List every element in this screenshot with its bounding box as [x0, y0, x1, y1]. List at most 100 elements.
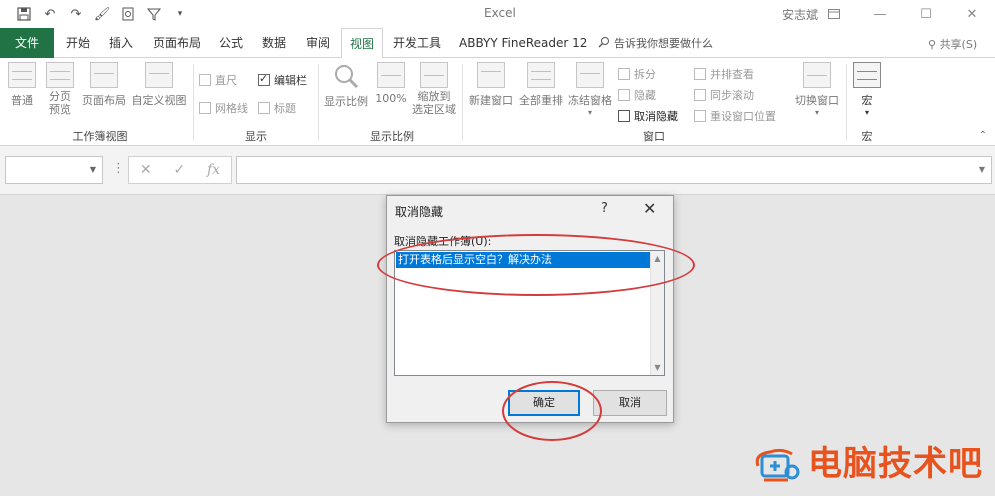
- tab-view[interactable]: 视图: [341, 28, 384, 59]
- tab-page-layout[interactable]: 页面布局: [153, 28, 201, 58]
- minimize-icon[interactable]: —: [857, 0, 903, 28]
- cancel-entry-icon[interactable]: ✕: [140, 162, 152, 178]
- page-break-preview-button[interactable]: 分页 预览: [44, 62, 76, 116]
- arrange-all-icon: [527, 62, 555, 88]
- unhide-button[interactable]: 取消隐藏: [618, 108, 678, 124]
- new-window-button[interactable]: 新建窗口: [466, 62, 516, 108]
- checkbox-icon: [199, 74, 211, 86]
- ribbon-tabs: 文件 开始 插入 页面布局 公式 数据 审阅 视图 开发工具 ABBYY Fin…: [0, 28, 995, 59]
- help-icon[interactable]: ?: [601, 201, 608, 216]
- reset-window-position-button[interactable]: 重设窗口位置: [694, 108, 776, 124]
- hide-button[interactable]: 隐藏: [618, 87, 656, 103]
- page-break-icon: [46, 62, 74, 88]
- print-preview-icon[interactable]: [118, 4, 138, 24]
- switch-windows-button[interactable]: 切换窗口 ▾: [792, 62, 842, 117]
- group-label-window: 窗口: [643, 130, 665, 143]
- more-options-icon[interactable]: ⋮: [112, 161, 125, 176]
- switch-windows-icon: [803, 62, 831, 88]
- tab-review[interactable]: 审阅: [306, 28, 330, 58]
- paint-icon[interactable]: 🖌: [92, 4, 112, 24]
- sync-scroll-icon: [694, 89, 706, 101]
- share-button[interactable]: ⚲ 共享(S): [928, 36, 977, 52]
- watermark-text: 电脑技术吧: [808, 444, 983, 484]
- zoom-selection-icon: [420, 62, 448, 88]
- collapse-ribbon-icon[interactable]: ⌃: [979, 130, 987, 141]
- macros-button[interactable]: 宏 ▾: [852, 62, 882, 117]
- share-label: 共享(S): [939, 38, 978, 51]
- ribbon-view: 普通 分页 预览 页面布局 自定义视图 工作簿视图 直尺 编辑栏 网格线 标题 …: [0, 58, 995, 146]
- window-controls: — ☐ ✕: [811, 0, 995, 28]
- view-side-by-side-button[interactable]: 并排查看: [694, 66, 754, 82]
- side-by-side-icon: [694, 68, 706, 80]
- tab-developer[interactable]: 开发工具: [393, 28, 441, 58]
- undo-icon[interactable]: ↶: [40, 4, 60, 24]
- headings-checkbox[interactable]: 标题: [258, 100, 296, 116]
- zoom-to-selection-button[interactable]: 缩放到 选定区域: [410, 62, 458, 116]
- title-bar: ↶ ↷ 🖌 ▾ Excel 安志斌 — ☐ ✕: [0, 0, 995, 28]
- watermark-logo-icon: [752, 444, 802, 484]
- ribbon-display-options-icon[interactable]: [811, 0, 857, 28]
- group-label-workbook-views: 工作簿视图: [72, 130, 128, 143]
- checkbox-checked-icon: [258, 72, 270, 86]
- dialog-title: 取消隐藏: [395, 205, 444, 219]
- zoom-100-button[interactable]: 100%: [374, 62, 408, 105]
- scroll-down-icon[interactable]: ▼: [651, 363, 664, 372]
- formula-buttons: ✕ ✓ fx: [128, 156, 232, 184]
- tab-file[interactable]: 文件: [0, 28, 54, 58]
- unhide-window-icon: [618, 110, 630, 122]
- customize-qat-icon[interactable]: ▾: [170, 4, 190, 24]
- tab-formulas[interactable]: 公式: [219, 28, 243, 58]
- formula-bar: ▼ ⋮ ✕ ✓ fx ▼: [0, 146, 995, 194]
- redo-icon[interactable]: ↷: [66, 4, 86, 24]
- tell-me-text: 告诉我你想要做什么: [614, 37, 713, 50]
- close-window-icon[interactable]: ✕: [949, 0, 995, 28]
- tell-me-search[interactable]: 告诉我你想要做什么: [598, 35, 713, 51]
- freeze-panes-icon: [576, 62, 604, 88]
- expand-formula-bar-icon: ▼: [978, 165, 985, 174]
- zoom-100-icon: [377, 62, 405, 88]
- split-button[interactable]: 拆分: [618, 66, 656, 82]
- person-icon: ⚲: [928, 38, 940, 51]
- lightbulb-search-icon: [598, 36, 610, 51]
- maximize-icon[interactable]: ☐: [903, 0, 949, 28]
- split-icon: [618, 68, 630, 80]
- gridlines-checkbox[interactable]: 网格线: [199, 100, 248, 116]
- group-label-zoom: 显示比例: [370, 130, 414, 143]
- grid-icon: [8, 62, 36, 88]
- formula-input[interactable]: ▼: [236, 156, 992, 184]
- tab-abbyy[interactable]: ABBYY FineReader 12: [459, 28, 587, 58]
- new-window-icon: [477, 62, 505, 88]
- custom-view-icon: [145, 62, 173, 88]
- insert-function-icon[interactable]: fx: [207, 162, 220, 178]
- magnifier-icon: [322, 62, 370, 93]
- filter-icon[interactable]: [144, 4, 164, 24]
- group-label-macros: 宏: [861, 130, 873, 143]
- hide-window-icon: [618, 89, 630, 101]
- watermark: 电脑技术吧: [752, 444, 983, 484]
- macro-icon: [853, 62, 881, 88]
- arrange-all-button[interactable]: 全部重排: [516, 62, 566, 108]
- zoom-button[interactable]: 显示比例: [322, 62, 370, 109]
- synchronous-scrolling-button[interactable]: 同步滚动: [694, 87, 754, 103]
- cancel-button[interactable]: 取消: [593, 390, 667, 416]
- ribbon-separator: [318, 64, 319, 140]
- ruler-checkbox[interactable]: 直尺: [199, 72, 237, 88]
- dropdown-arrow-icon: ▾: [864, 108, 869, 117]
- name-box[interactable]: ▼: [5, 156, 103, 184]
- tab-data[interactable]: 数据: [262, 28, 286, 58]
- custom-views-button[interactable]: 自定义视图: [130, 62, 188, 108]
- close-icon[interactable]: ✕: [643, 199, 656, 218]
- freeze-panes-button[interactable]: 冻结窗格 ▾: [566, 62, 614, 117]
- save-icon[interactable]: [14, 4, 34, 24]
- page-layout-view-button[interactable]: 页面布局: [80, 62, 128, 108]
- normal-view-button[interactable]: 普通: [6, 62, 38, 108]
- confirm-entry-icon[interactable]: ✓: [173, 162, 185, 178]
- checkbox-icon: [199, 102, 211, 114]
- tab-home[interactable]: 开始: [66, 28, 90, 58]
- dropdown-arrow-icon: ▾: [587, 108, 592, 117]
- annotation-ellipse-ok-button: [502, 381, 602, 441]
- annotation-ellipse-list-item: [377, 234, 695, 296]
- tab-insert[interactable]: 插入: [109, 28, 133, 58]
- formula-bar-checkbox[interactable]: 编辑栏: [258, 72, 307, 88]
- quick-access-toolbar: ↶ ↷ 🖌 ▾: [14, 4, 190, 24]
